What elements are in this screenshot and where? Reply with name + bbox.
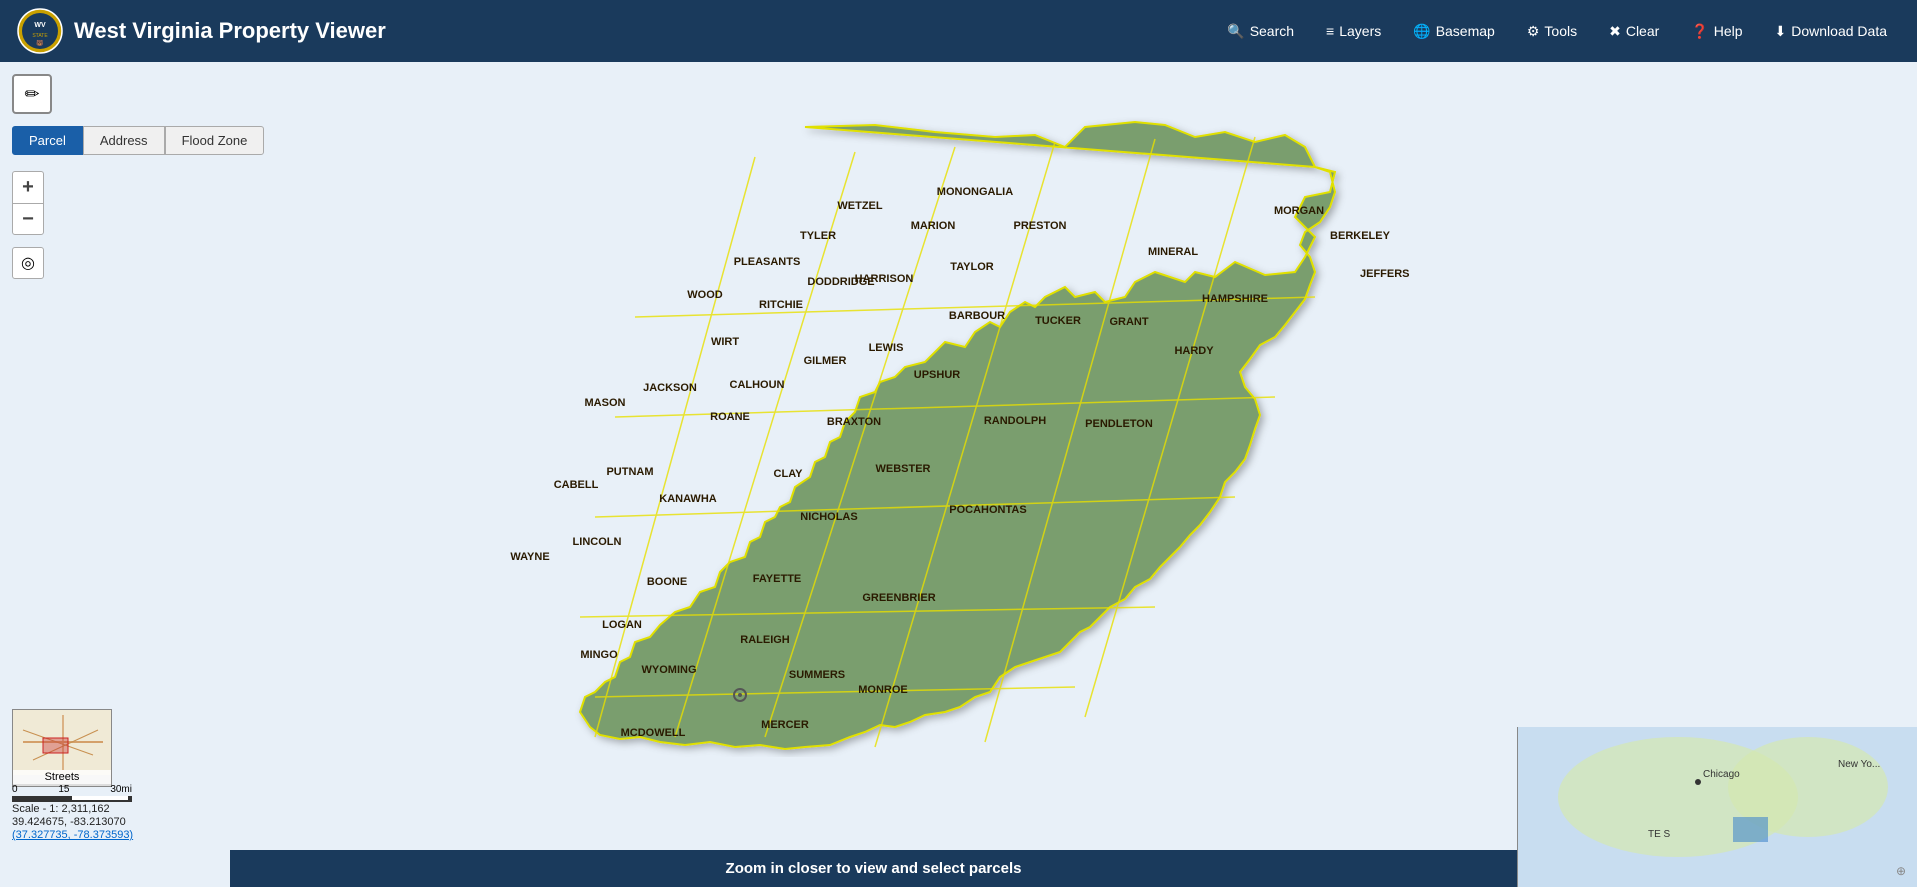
nav-help-label: Help <box>1714 23 1743 39</box>
nav-clear-button[interactable]: ✖ Clear <box>1595 15 1673 48</box>
svg-text:Chicago: Chicago <box>1703 769 1740 780</box>
wv-map-svg[interactable]: MONONGALIA WETZEL MARION TYLER PRESTON P… <box>360 117 1410 757</box>
layers-icon: ≡ <box>1326 23 1334 39</box>
status-message: Zoom in closer to view and select parcel… <box>726 860 1022 877</box>
search-icon: 🔍 <box>1227 23 1244 40</box>
svg-text:MINGO: MINGO <box>580 649 618 661</box>
nav-download-label: Download Data <box>1791 23 1887 39</box>
link-coordinates[interactable]: (37.327735, -78.373593) <box>12 829 133 841</box>
svg-text:LOGAN: LOGAN <box>602 619 642 631</box>
scale-mark-0: 0 <box>12 784 18 795</box>
scale-labels: 0 15 30mi <box>12 784 132 795</box>
scale-text: Scale - 1: 2,311,162 <box>12 803 133 815</box>
svg-text:WAYNE: WAYNE <box>510 551 549 563</box>
svg-text:DODDRIDGE: DODDRIDGE <box>807 276 874 288</box>
map-toolbar: ✏ ParcelAddressFlood Zone + − ◎ <box>12 74 264 279</box>
svg-text:JACKSON: JACKSON <box>643 382 697 394</box>
scale-mark-30: 30mi <box>110 784 132 795</box>
header-nav: 🔍 Search ≡ Layers 🌐 Basemap ⚙Tools ✖ Clear ❓ Help ⬇… <box>1213 15 1901 48</box>
clear-icon: ✖ <box>1609 23 1621 40</box>
svg-text:New Yo...: New Yo... <box>1838 759 1880 770</box>
tab-address-button[interactable]: Address <box>83 126 165 155</box>
svg-text:RITCHIE: RITCHIE <box>759 299 803 311</box>
svg-text:PUTNAM: PUTNAM <box>606 466 653 478</box>
svg-text:PRESTON: PRESTON <box>1014 220 1067 232</box>
svg-text:STATE: STATE <box>32 33 48 39</box>
svg-text:LEWIS: LEWIS <box>869 342 904 354</box>
nav-search-label: Search <box>1250 23 1294 39</box>
svg-text:BOONE: BOONE <box>647 576 687 588</box>
svg-text:🐻: 🐻 <box>36 39 44 47</box>
svg-text:BARBOUR: BARBOUR <box>949 310 1005 322</box>
svg-text:KANAWHA: KANAWHA <box>659 493 716 505</box>
svg-text:GILMER: GILMER <box>804 355 847 367</box>
nav-clear-label: Clear <box>1626 23 1659 39</box>
svg-text:LINCOLN: LINCOLN <box>573 536 622 548</box>
svg-text:CALHOUN: CALHOUN <box>730 379 785 391</box>
svg-text:MARION: MARION <box>911 220 956 232</box>
nav-layers-button[interactable]: ≡ Layers <box>1312 15 1395 47</box>
svg-text:CLAY: CLAY <box>774 468 804 480</box>
minimap[interactable]: Streets <box>12 709 112 787</box>
tab-floodzone-button[interactable]: Flood Zone <box>165 126 265 155</box>
scale-mark-15: 15 <box>58 784 69 795</box>
nav-tools-button[interactable]: ⚙Tools <box>1513 15 1591 48</box>
svg-text:HARRISON: HARRISON <box>855 273 914 285</box>
svg-text:CABELL: CABELL <box>554 479 599 491</box>
app-logo: WV STATE 🐻 <box>16 7 64 55</box>
minimap-label: Streets <box>13 770 111 784</box>
map-container[interactable]: ✏ ParcelAddressFlood Zone + − ◎ <box>0 62 1917 887</box>
nav-help-button[interactable]: ❓ Help <box>1677 15 1756 48</box>
svg-text:WETZEL: WETZEL <box>837 200 882 212</box>
scale-bar: 0 15 30mi Scale - 1: 2,311,162 39.424675… <box>12 784 133 841</box>
svg-text:TE S: TE S <box>1648 829 1671 840</box>
zoom-controls: + − <box>12 171 264 235</box>
zoom-in-button[interactable]: + <box>12 171 44 203</box>
svg-text:MONONGALIA: MONONGALIA <box>937 186 1013 198</box>
svg-text:MINERAL: MINERAL <box>1148 246 1198 258</box>
status-bar: Zoom in closer to view and select parcel… <box>230 850 1517 887</box>
tools-icon: ⚙ <box>1527 23 1540 40</box>
download-icon: ⬇ <box>1775 23 1787 40</box>
scale-line <box>12 796 132 802</box>
tab-parcel-button[interactable]: Parcel <box>12 126 83 155</box>
nav-basemap-label: Basemap <box>1436 23 1495 39</box>
svg-text:PLEASANTS: PLEASANTS <box>734 256 801 268</box>
svg-text:MASON: MASON <box>585 397 626 409</box>
app-title: West Virginia Property Viewer <box>74 18 386 44</box>
svg-text:⊕: ⊕ <box>1896 864 1906 878</box>
svg-text:BERKELEY: BERKELEY <box>1330 230 1391 242</box>
coordinates: 39.424675, -83.213070 <box>12 816 133 828</box>
header: WV STATE 🐻 West Virginia Property Viewer… <box>0 0 1917 62</box>
svg-text:WV: WV <box>34 22 46 29</box>
svg-text:JEFFERSON: JEFFERSON <box>1360 268 1410 280</box>
sketch-button[interactable]: ✏ <box>12 74 52 114</box>
nav-search-button[interactable]: 🔍 Search <box>1213 15 1308 48</box>
svg-text:WIRT: WIRT <box>711 336 739 348</box>
svg-text:TAYLOR: TAYLOR <box>950 261 993 273</box>
basemap-icon: 🌐 <box>1413 23 1430 40</box>
search-tabs: ParcelAddressFlood Zone <box>12 126 264 155</box>
nav-tools-label: Tools <box>1544 23 1577 39</box>
nav-layers-label: Layers <box>1339 23 1381 39</box>
nav-download-button[interactable]: ⬇Download Data <box>1761 15 1901 48</box>
overview-map[interactable]: Chicago New Yo... TE S ⊕ <box>1517 727 1917 887</box>
scale-graphic <box>12 796 133 802</box>
header-left: WV STATE 🐻 West Virginia Property Viewer <box>16 7 386 55</box>
locate-button[interactable]: ◎ <box>12 247 44 279</box>
nav-basemap-button[interactable]: 🌐 Basemap <box>1399 15 1509 48</box>
zoom-out-button[interactable]: − <box>12 203 44 235</box>
help-icon: ❓ <box>1691 23 1708 40</box>
